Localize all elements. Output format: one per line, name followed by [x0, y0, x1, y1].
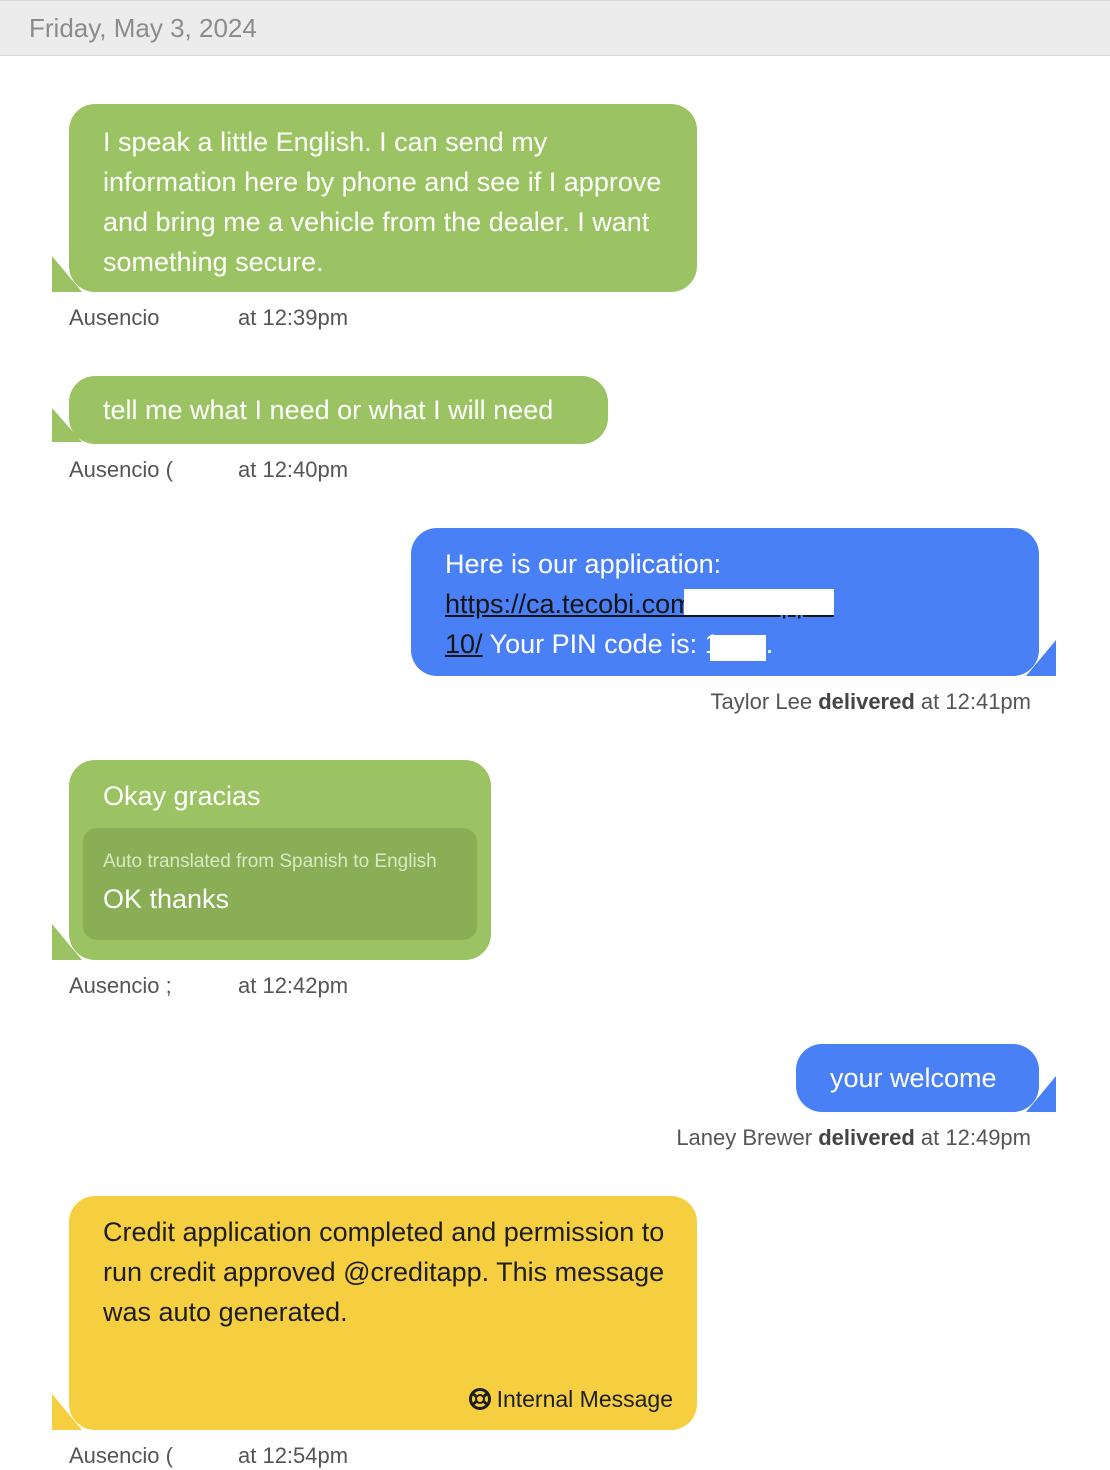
- message-bubble-outgoing[interactable]: Here is our application: https://ca.teco…: [411, 528, 1039, 676]
- message-text: I speak a little English. I can send my …: [103, 127, 662, 277]
- message-text: Here is our application: https://ca.teco…: [445, 544, 1019, 664]
- credit-app-link-continued[interactable]: 10/: [445, 629, 483, 659]
- message-text: your welcome: [830, 1063, 997, 1093]
- message-text-suffix: .: [765, 629, 774, 659]
- message-bubble-incoming[interactable]: tell me what I need or what I will need: [69, 376, 608, 444]
- message-time: at 12:41pm: [920, 689, 1031, 714]
- message-meta: Ausencio at 12:39pm: [69, 305, 389, 335]
- message-meta: Laney Brewer delivered at 12:49pm: [611, 1125, 1031, 1155]
- sender-name: Ausencio: [69, 305, 160, 330]
- sender-name: Taylor Lee: [710, 689, 813, 714]
- message-meta: Ausencio ( at 12:40pm: [69, 457, 389, 487]
- translation-note: Auto translated from Spanish to English: [103, 851, 437, 872]
- delivery-status: delivered: [818, 1125, 915, 1150]
- lifebuoy-icon: [468, 1388, 491, 1416]
- message-meta: Taylor Lee delivered at 12:41pm: [611, 689, 1031, 719]
- internal-message-label: Internal Message: [496, 1386, 673, 1412]
- message-text: Credit application completed and permiss…: [103, 1217, 665, 1327]
- pin-label: Your PIN code is:: [482, 629, 705, 659]
- message-time: at 12:39pm: [238, 305, 349, 330]
- message-bubble-outgoing[interactable]: your welcome: [796, 1044, 1039, 1112]
- translation-box: Auto translated from Spanish to English …: [83, 828, 477, 940]
- message-bubble-incoming[interactable]: Okay gracias Auto translated from Spanis…: [69, 760, 491, 960]
- sender-name: Ausencio (: [69, 1443, 173, 1468]
- date-header: Friday, May 3, 2024: [0, 0, 1110, 56]
- message-text: Okay gracias: [103, 781, 261, 811]
- message-meta: Ausencio ; at 12:42pm: [69, 973, 389, 1003]
- message-text: tell me what I need or what I will need: [103, 395, 554, 425]
- sender-name: Ausencio (: [69, 457, 173, 482]
- translation-text: OK thanks: [103, 884, 230, 914]
- message-text-prefix: Here is our application:: [445, 549, 722, 579]
- message-time: at 12:49pm: [920, 1125, 1031, 1150]
- sender-name: Laney Brewer: [676, 1125, 813, 1150]
- message-time: at 12:54pm: [238, 1443, 349, 1468]
- message-bubble-incoming[interactable]: I speak a little English. I can send my …: [69, 104, 697, 292]
- sender-name: Ausencio ;: [69, 973, 172, 998]
- message-time: at 12:42pm: [238, 973, 349, 998]
- redaction-box: [709, 634, 766, 661]
- message-meta: Ausencio ( at 12:54pm: [69, 1443, 389, 1470]
- delivery-status: delivered: [818, 689, 915, 714]
- message-bubble-internal[interactable]: Credit application completed and permiss…: [69, 1196, 697, 1430]
- message-time: at 12:40pm: [238, 457, 349, 482]
- redaction-box: [683, 588, 834, 615]
- internal-message-tag: Internal Message: [468, 1385, 673, 1416]
- date-header-label: Friday, May 3, 2024: [29, 13, 257, 43]
